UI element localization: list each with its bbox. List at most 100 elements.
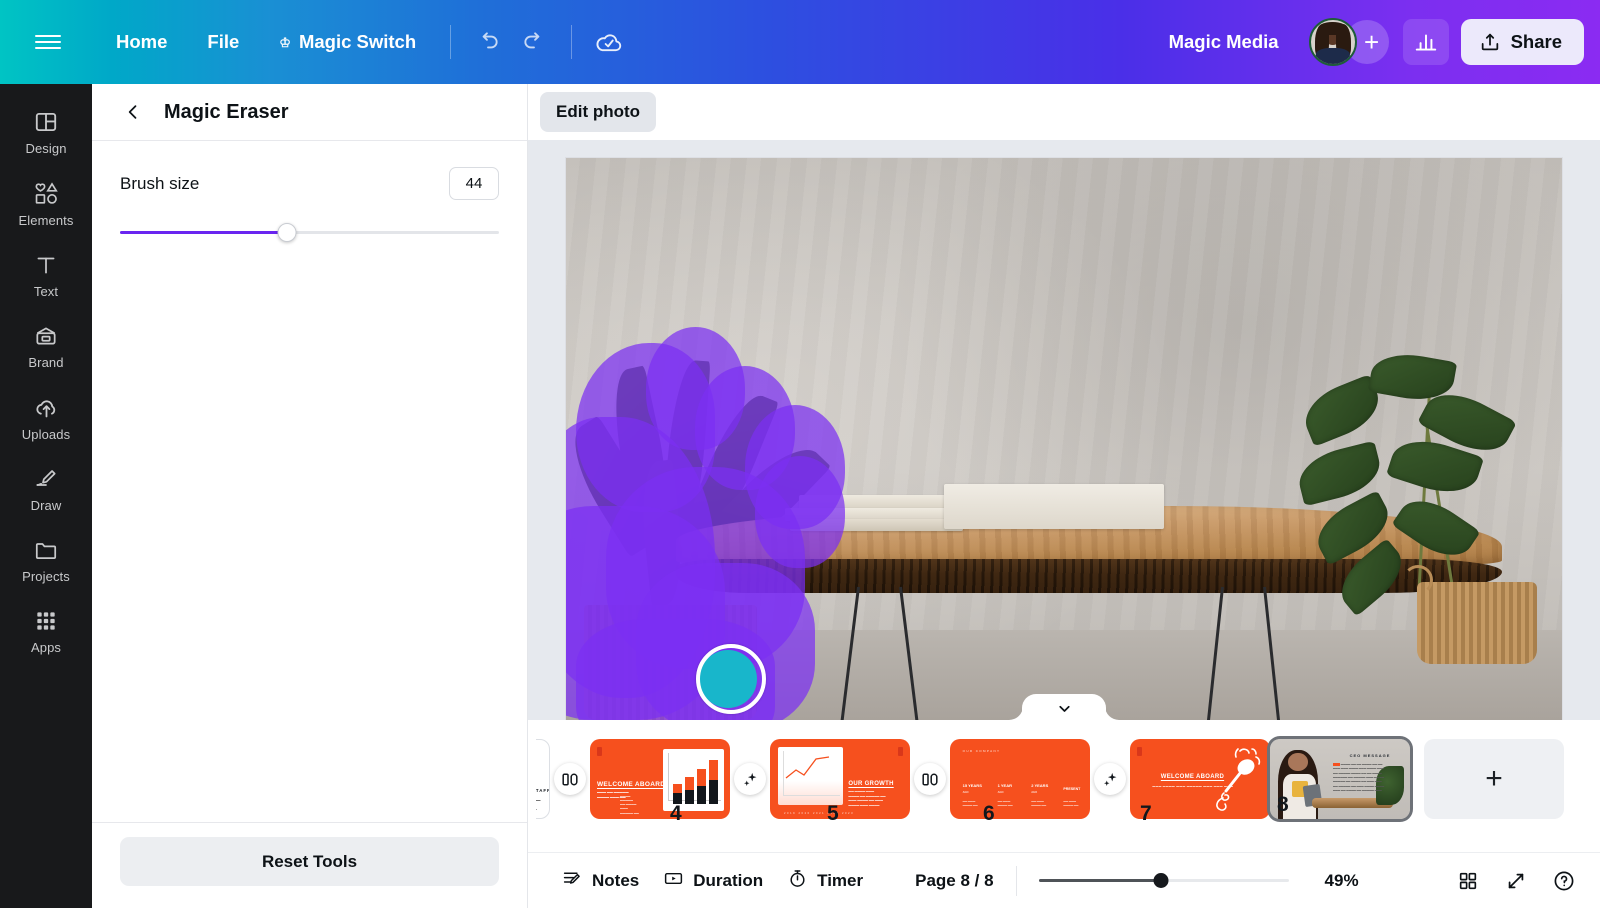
sidebar-item-brand-label: Brand [28, 355, 63, 370]
thumbnail-page-3[interactable]: FOR NEW STAFF ▬▬▬ ▬▬ ▬▬▬▬ ▬▬▬ ▬▬▬▬▬▬▬ ▬▬… [536, 739, 550, 819]
sidebar-item-text[interactable]: Text [7, 241, 85, 308]
insights-bar-chart-icon[interactable] [1403, 19, 1449, 65]
help-question-icon[interactable] [1544, 861, 1584, 901]
brush-size-slider[interactable] [120, 222, 499, 242]
grid-view-icon[interactable] [1448, 861, 1488, 901]
sidebar-item-apps-label: Apps [31, 640, 61, 655]
photo-basket-handle [1403, 565, 1433, 595]
duration-play-icon [663, 868, 684, 894]
zoom-slider-thumb[interactable] [1154, 873, 1169, 888]
thumbnail-page-8-photo: CEO MESSAGE ▬▬▬ ▬▬▬▬ ▬▬ ▬▬ ▬▬▬▬ ▬▬ ▬▬▬▬▬… [1270, 739, 1410, 819]
share-upload-icon [1479, 31, 1501, 53]
top-navigation-bar: Home File ♔ Magic Switch [0, 0, 1600, 84]
sidebar-item-elements[interactable]: Elements [7, 169, 85, 237]
thumbnail-page-8-number: 8 [1277, 793, 1289, 817]
sidebar-item-design[interactable]: Design [7, 98, 85, 165]
editor-toolbar: Edit photo [528, 84, 1600, 140]
share-label: Share [1511, 31, 1562, 53]
menu-item-file[interactable]: File [187, 22, 259, 62]
apps-grid-icon [33, 608, 59, 634]
thumbnail-page-4-title: WELCOME ABOARD [597, 781, 665, 788]
thumbnail-page-5-number: 5 [827, 802, 839, 826]
transition-separator-4 [1090, 763, 1130, 795]
timer-button[interactable]: Timer [775, 860, 875, 902]
design-layout-icon [33, 109, 59, 135]
sidebar-item-uploads-label: Uploads [22, 427, 70, 442]
undo-icon[interactable] [465, 19, 511, 65]
editor-body: Design Elements [0, 84, 1600, 908]
menu-item-file-label: File [207, 31, 239, 53]
thumbnail-page-5-title: OUR GROWTH [848, 781, 893, 787]
page-transition-icon[interactable] [914, 763, 946, 795]
fullscreen-expand-icon[interactable] [1496, 861, 1536, 901]
add-page-button[interactable]: + [1424, 739, 1564, 819]
plus-icon: + [1485, 762, 1503, 796]
thumbnail-page-8-title: CEO MESSAGE [1350, 753, 1391, 758]
brush-size-input[interactable]: 44 [449, 167, 499, 200]
text-t-icon [33, 252, 59, 278]
transition-separator-2 [730, 763, 770, 795]
sidebar-item-brand[interactable]: Brand [7, 312, 85, 379]
draw-pen-icon [33, 466, 59, 492]
brand-card-icon [33, 323, 59, 349]
thumbnail-page-4-number: 4 [670, 802, 682, 826]
zoom-slider-fill [1039, 879, 1162, 882]
thumbnail-page-5[interactable]: 2019 2020 2021 2022 2023 OUR GROWTH ▬▬ ▬… [770, 739, 910, 819]
strip-collapse-handle[interactable] [1022, 694, 1106, 720]
magic-sparkle-icon[interactable] [1094, 763, 1126, 795]
avatar-body [1315, 48, 1349, 64]
collaborators-group: + [1309, 18, 1389, 66]
transition-separator-3 [910, 763, 950, 795]
design-canvas[interactable] [566, 158, 1562, 720]
zoom-percent-label[interactable]: 49% [1315, 871, 1369, 891]
sidebar-item-design-label: Design [25, 141, 66, 156]
photo-right-plant [1293, 349, 1552, 664]
sidebar-item-projects-label: Projects [22, 569, 70, 584]
page-transition-icon[interactable] [554, 763, 586, 795]
editor-column: Edit photo [528, 84, 1600, 908]
chevron-left-icon[interactable] [120, 99, 146, 125]
sidebar-item-text-label: Text [34, 284, 58, 299]
avatar[interactable] [1309, 18, 1357, 66]
menu-item-magic-switch-label: Magic Switch [299, 31, 416, 53]
brush-size-row: Brush size 44 [120, 167, 499, 200]
magic-media-button[interactable]: Magic Media [1153, 22, 1295, 62]
thumbnail-page-6-number: 6 [983, 802, 995, 826]
sidebar-item-projects[interactable]: Projects [7, 526, 85, 593]
menu-item-home[interactable]: Home [96, 22, 187, 62]
menu-item-magic-switch[interactable]: ♔ Magic Switch [259, 22, 436, 62]
thumbnail-page-8[interactable]: CEO MESSAGE ▬▬▬ ▬▬▬▬ ▬▬ ▬▬ ▬▬▬▬ ▬▬ ▬▬▬▬▬… [1270, 739, 1410, 819]
upload-cloud-icon [33, 394, 60, 421]
cloud-saved-icon[interactable] [586, 19, 632, 65]
timer-label: Timer [817, 871, 863, 891]
redo-icon[interactable] [511, 19, 557, 65]
photo-left-plant-pot [584, 605, 757, 720]
brush-size-label: Brush size [120, 174, 199, 194]
slider-fill [120, 231, 287, 234]
thumbnail-list[interactable]: FOR NEW STAFF ▬▬▬ ▬▬ ▬▬▬▬ ▬▬▬ ▬▬▬▬▬▬▬ ▬▬… [536, 720, 1600, 824]
sidebar-item-draw[interactable]: Draw [7, 455, 85, 522]
slider-thumb[interactable] [277, 223, 296, 242]
bottombar-divider [1016, 866, 1017, 896]
share-button[interactable]: Share [1461, 19, 1584, 65]
hamburger-menu-icon[interactable] [0, 31, 96, 52]
duration-label: Duration [693, 871, 763, 891]
notes-button[interactable]: Notes [550, 860, 651, 902]
notes-icon [562, 868, 583, 894]
page-indicator[interactable]: Page 8 / 8 [915, 871, 993, 891]
panel-content: Brush size 44 [92, 141, 527, 822]
duration-button[interactable]: Duration [651, 860, 775, 902]
page-thumbnail-strip: FOR NEW STAFF ▬▬▬ ▬▬ ▬▬▬▬ ▬▬▬ ▬▬▬▬▬▬▬ ▬▬… [528, 720, 1600, 852]
toolbar-divider-1 [450, 25, 451, 59]
zoom-slider[interactable] [1039, 872, 1289, 890]
edit-photo-button[interactable]: Edit photo [540, 92, 656, 132]
sidebar-item-uploads[interactable]: Uploads [7, 383, 85, 451]
timer-stopwatch-icon [787, 868, 808, 894]
thumbnail-page-6[interactable]: OUR COMPANY 15 YEARSAGO 1 YEARAGO 2 YEAR… [950, 739, 1090, 819]
thumbnail-page-4[interactable]: WELCOME ABOARD ▬▬▬ ▬▬ ▬▬▬▬▬▬▬▬▬ ▬▬▬ ▬▬ ▬… [590, 739, 730, 819]
sidebar-item-apps[interactable]: Apps [7, 597, 85, 664]
reset-tools-button[interactable]: Reset Tools [120, 837, 499, 886]
photo-paper-stack [944, 484, 1163, 529]
magic-sparkle-icon[interactable] [734, 763, 766, 795]
canvas-area[interactable] [528, 140, 1600, 720]
